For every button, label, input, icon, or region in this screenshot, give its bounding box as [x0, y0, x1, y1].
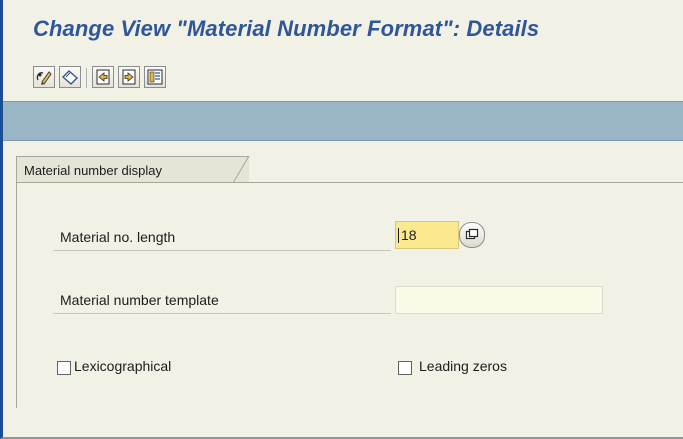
display-change-icon	[36, 71, 52, 85]
navigation-band	[3, 101, 683, 141]
material-template-label: Material number template	[60, 292, 219, 308]
text-caret	[398, 228, 399, 243]
page-title: Change View "Material Number Format": De…	[33, 16, 540, 41]
toolbar-separator	[86, 68, 87, 88]
leading-zeros-label[interactable]: Leading zeros	[419, 358, 507, 374]
variable-list-button[interactable]	[144, 66, 166, 88]
sap-window: Change View "Material Number Format": De…	[0, 0, 683, 439]
material-length-underline	[53, 250, 391, 251]
group-tab-slant	[233, 156, 250, 183]
variable-list-icon	[147, 69, 163, 85]
application-toolbar	[3, 56, 683, 102]
group-box-title: Material number display	[24, 163, 163, 178]
material-template-underline	[53, 313, 391, 314]
material-length-value: 18	[401, 227, 417, 243]
material-length-label: Material no. length	[60, 229, 176, 245]
next-entry-icon	[122, 69, 136, 85]
display-change-button[interactable]	[33, 66, 55, 88]
leading-zeros-checkbox[interactable]	[398, 361, 412, 375]
material-template-input[interactable]	[395, 286, 603, 314]
previous-entry-icon	[96, 69, 110, 85]
material-length-input[interactable]: 18	[395, 221, 459, 249]
next-entry-button[interactable]	[118, 66, 140, 88]
value-help-icon	[465, 228, 479, 240]
previous-entry-button[interactable]	[92, 66, 114, 88]
value-help-button[interactable]	[459, 222, 485, 248]
undo-change-button[interactable]	[59, 66, 81, 88]
lexicographical-label[interactable]: Lexicographical	[74, 358, 171, 374]
lexicographical-checkbox[interactable]	[57, 361, 71, 375]
undo-change-icon	[62, 70, 78, 85]
group-box-tab: Material number display	[16, 156, 249, 183]
title-bar: Change View "Material Number Format": De…	[3, 0, 683, 56]
